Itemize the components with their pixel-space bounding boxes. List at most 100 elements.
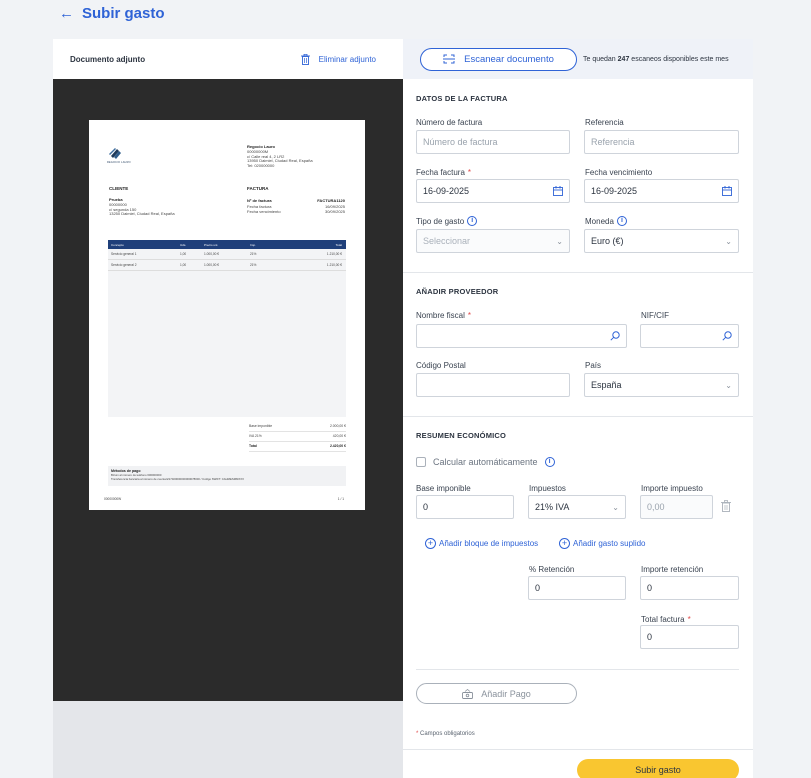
scan-quota-suffix: escaneos disponibles este mes	[631, 55, 729, 63]
pdf-invoice-block: Nº de factura FACTURA1120 Fecha factura 16…	[247, 198, 345, 215]
chevron-down-icon: ⌄	[725, 380, 732, 390]
section-divider	[403, 416, 753, 417]
nif-input[interactable]	[647, 331, 722, 341]
pdf-total-value: 2.000,00 €	[329, 424, 346, 428]
country-value: España	[591, 380, 622, 390]
retention-amount-label-text: Importe retención	[641, 565, 704, 574]
currency-value: Euro (€)	[591, 236, 624, 246]
invoice-date-label-text: Fecha factura	[416, 168, 465, 177]
retention-amount-field[interactable]: 0	[640, 576, 739, 600]
info-icon[interactable]: i	[616, 216, 627, 226]
submit-expense-button[interactable]: Subir gasto	[577, 759, 739, 778]
retention-amount-value: 0	[647, 583, 653, 593]
info-icon[interactable]: i	[544, 457, 555, 467]
tax-amount-input[interactable]	[647, 502, 706, 512]
add-payment-label: Añadir Pago	[481, 688, 531, 699]
postal-code-field[interactable]	[416, 373, 570, 397]
tax-amount-field[interactable]	[640, 495, 713, 519]
total-value: 0	[647, 632, 653, 642]
delete-tax-icon[interactable]	[721, 500, 731, 512]
pdf-table-header: Concepto Uds. Precio uni. Imp. Total	[108, 240, 346, 249]
reference-field[interactable]	[584, 130, 739, 154]
pdf-payment-line: Transferencia bancaria al número de cuen…	[111, 477, 244, 481]
country-label-text: País	[585, 361, 602, 370]
due-date-label: Fecha vencimiento	[585, 168, 652, 177]
expense-form-panel: Escanear documento Te quedan 247 escaneo…	[403, 39, 753, 778]
pdf-table-header-cell: Imp.	[250, 242, 256, 247]
pdf-client-heading: CLIENTE	[109, 186, 129, 191]
chevron-down-icon: ⌄	[612, 502, 619, 512]
total-field[interactable]: 0	[640, 625, 739, 649]
currency-label: Moneda i	[585, 216, 627, 226]
scan-icon	[443, 54, 456, 64]
info-icon[interactable]: i	[467, 216, 478, 226]
base-label: Base imponible	[416, 484, 471, 493]
currency-select[interactable]: Euro (€) ⌄	[584, 229, 739, 253]
nif-field[interactable]	[640, 324, 739, 348]
retention-amount-label: Importe retención	[641, 565, 703, 574]
add-tax-block-link[interactable]: + Añadir bloque de impuestos	[425, 538, 538, 549]
taxes-select[interactable]: 21% IVA ⌄	[528, 495, 626, 519]
pdf-payment-methods: Métodos de pago Bizum al número de teléf…	[108, 466, 346, 486]
currency-label-text: Moneda	[585, 216, 614, 226]
invoice-date-field[interactable]: 16-09-2025	[416, 179, 570, 203]
document-viewer[interactable]: REGOCIO LAURO Regocio Lauro 00000000M c/…	[53, 79, 403, 701]
calendar-icon[interactable]	[722, 186, 732, 196]
reference-label-text: Referencia	[585, 118, 624, 127]
pdf-total-key: IVA 21%	[249, 434, 262, 438]
pdf-total-row: Total 2.420,00 €	[249, 442, 346, 452]
pdf-total-key: Total	[249, 444, 257, 448]
invoice-number-label: Número de factura	[416, 118, 482, 127]
trash-icon	[300, 53, 310, 65]
base-label-text: Base imponible	[416, 484, 471, 493]
base-field[interactable]: 0	[416, 495, 514, 519]
country-select[interactable]: España ⌄	[584, 373, 739, 397]
pdf-total-row: Base imponible 2.000,00 €	[249, 422, 346, 432]
add-supplied-expense-link[interactable]: + Añadir gasto suplido	[559, 538, 646, 549]
company-logo-text: REGOCIO LAURO	[107, 161, 131, 164]
retention-pct-label-text: % Retención	[529, 565, 575, 574]
invoice-number-input[interactable]	[423, 137, 563, 147]
pdf-page-number: 1 / 1	[337, 497, 344, 501]
plus-circle-icon: +	[425, 538, 436, 549]
invoice-number-field[interactable]	[416, 130, 570, 154]
auto-calc-row[interactable]: Calcular automáticamente i	[416, 457, 555, 467]
fiscal-name-label-text: Nombre fiscal	[416, 311, 465, 320]
total-label-text: Total factura	[641, 615, 685, 624]
reference-input[interactable]	[591, 137, 732, 147]
back-button[interactable]: ← Subir gasto	[59, 5, 165, 23]
fiscal-name-input[interactable]	[423, 331, 610, 341]
add-supplied-label: Añadir gasto suplido	[573, 539, 646, 548]
due-date-label-text: Fecha vencimiento	[585, 168, 653, 177]
search-icon[interactable]	[610, 331, 620, 341]
pdf-page: REGOCIO LAURO Regocio Lauro 00000000M c/…	[89, 120, 365, 510]
pdf-invoice-heading: FACTURA	[247, 186, 269, 191]
expense-type-select[interactable]: Seleccionar ⌄	[416, 229, 570, 253]
tax-amount-label: Importe impuesto	[641, 484, 703, 493]
back-arrow-icon: ←	[59, 5, 74, 22]
pdf-total-value: 2.420,00 €	[329, 444, 346, 448]
expense-type-label: Tipo de gasto i	[416, 216, 478, 226]
retention-pct-label: % Retención	[529, 565, 574, 574]
remove-attachment-button[interactable]: Eliminar adjunto	[300, 53, 376, 65]
scan-quota-count: 247	[617, 55, 630, 63]
postal-code-input[interactable]	[423, 380, 563, 390]
pdf-table-header-cell: Total	[335, 242, 342, 247]
pdf-table-cell: 21%	[250, 263, 257, 267]
due-date-field[interactable]: 16-09-2025	[584, 179, 739, 203]
auto-calc-checkbox[interactable]	[416, 457, 426, 467]
calendar-icon[interactable]	[553, 186, 563, 196]
pdf-table-cell: 1.210,00 €	[326, 263, 342, 267]
pdf-total-value: 420,00 €	[332, 434, 346, 438]
add-payment-button[interactable]: Añadir Pago	[416, 683, 577, 704]
search-icon[interactable]	[722, 331, 732, 341]
fiscal-name-field[interactable]	[416, 324, 627, 348]
pdf-table-cell: 1,00	[180, 263, 187, 267]
scan-document-button[interactable]: Escanear documento	[420, 47, 577, 71]
scan-quota-prefix: Te quedan	[583, 55, 616, 63]
retention-pct-field[interactable]: 0	[528, 576, 626, 600]
scan-quota-text: Te quedan 247 escaneos disponibles este …	[583, 56, 729, 63]
nif-label-text: NIF/CIF	[641, 311, 669, 320]
pdf-footer: 00000000W 1 / 1	[104, 497, 344, 501]
add-supplier-title: AÑADIR PROVEEDOR	[416, 287, 499, 296]
